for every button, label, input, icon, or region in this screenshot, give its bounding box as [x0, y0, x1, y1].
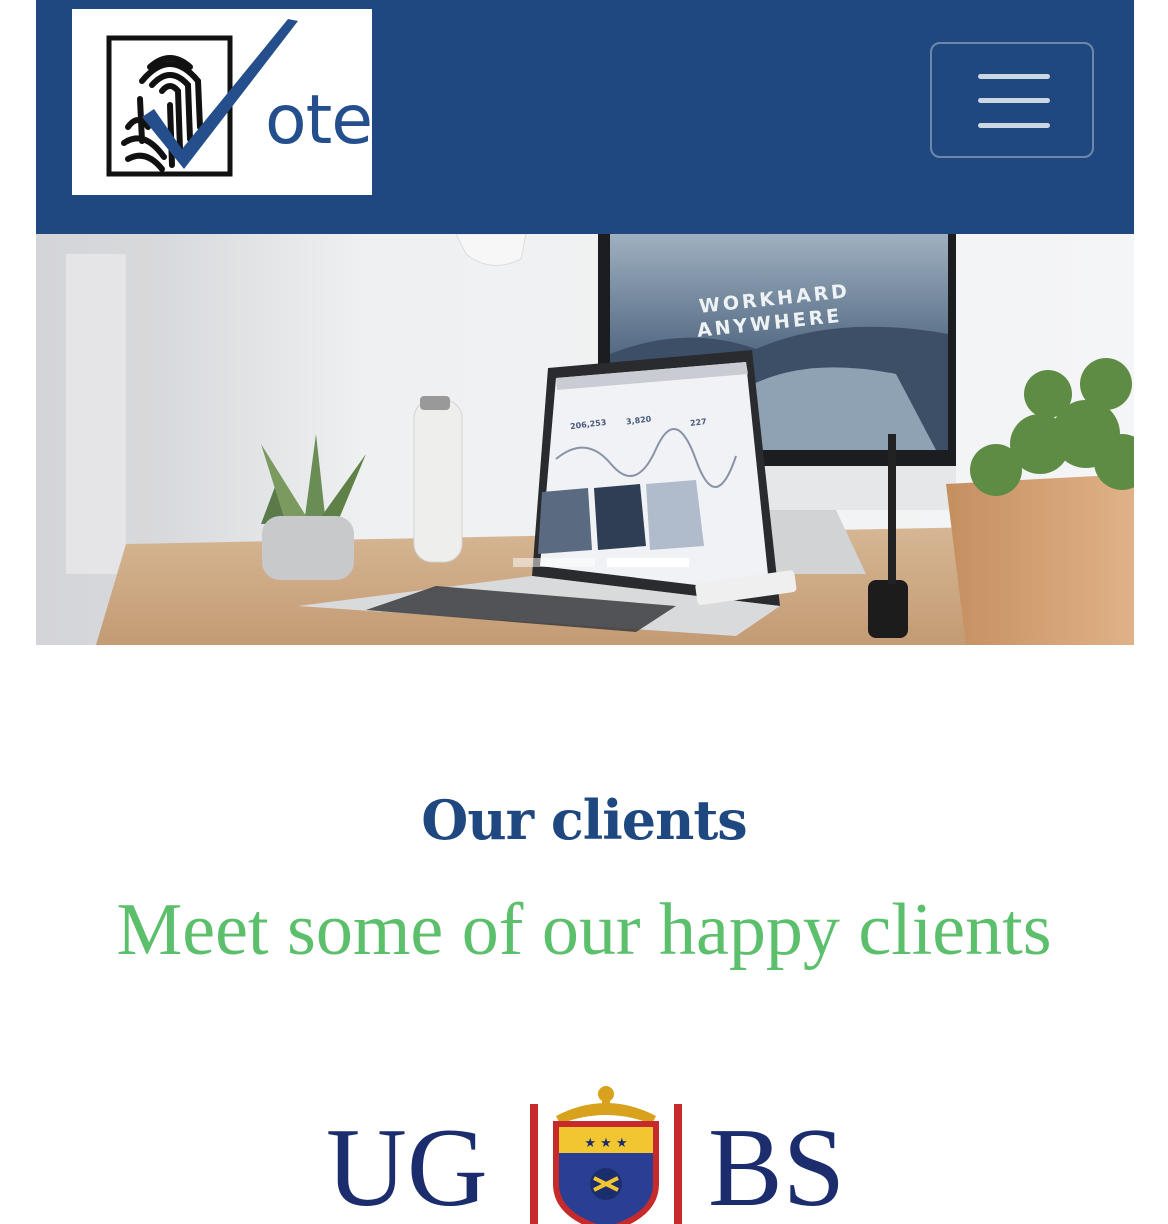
navbar-toggler-button[interactable]	[930, 42, 1094, 158]
carousel-indicator-2[interactable]	[607, 558, 689, 567]
section-heading: Our clients	[421, 788, 747, 852]
page: ote WORKHARD ANYWHERE 206,253 3,820 227 …	[0, 0, 1168, 1224]
brand-text: ote	[265, 81, 372, 160]
svg-text:★ ★ ★: ★ ★ ★	[584, 1136, 627, 1151]
brand-logo[interactable]: ote	[72, 9, 372, 195]
hamburger-menu-icon-bar	[978, 98, 1050, 103]
hamburger-menu-icon	[978, 74, 1050, 79]
section-subheading: Meet some of our happy clients	[116, 889, 1052, 971]
navbar: ote	[36, 0, 1134, 234]
client-logo-right-text: BS	[708, 1106, 845, 1224]
hero-image	[36, 234, 1134, 645]
client-logo-left-text: UG	[326, 1106, 488, 1224]
client-logo: UG ★ ★ ★ BS	[320, 1080, 860, 1224]
hero-carousel: WORKHARD ANYWHERE 206,253 3,820 227	[36, 234, 1134, 645]
carousel-indicators	[513, 558, 689, 567]
hamburger-menu-icon-bar	[978, 123, 1050, 128]
carousel-indicator-1[interactable]	[513, 558, 595, 567]
crest-shield-icon: ★ ★ ★	[530, 1086, 682, 1224]
